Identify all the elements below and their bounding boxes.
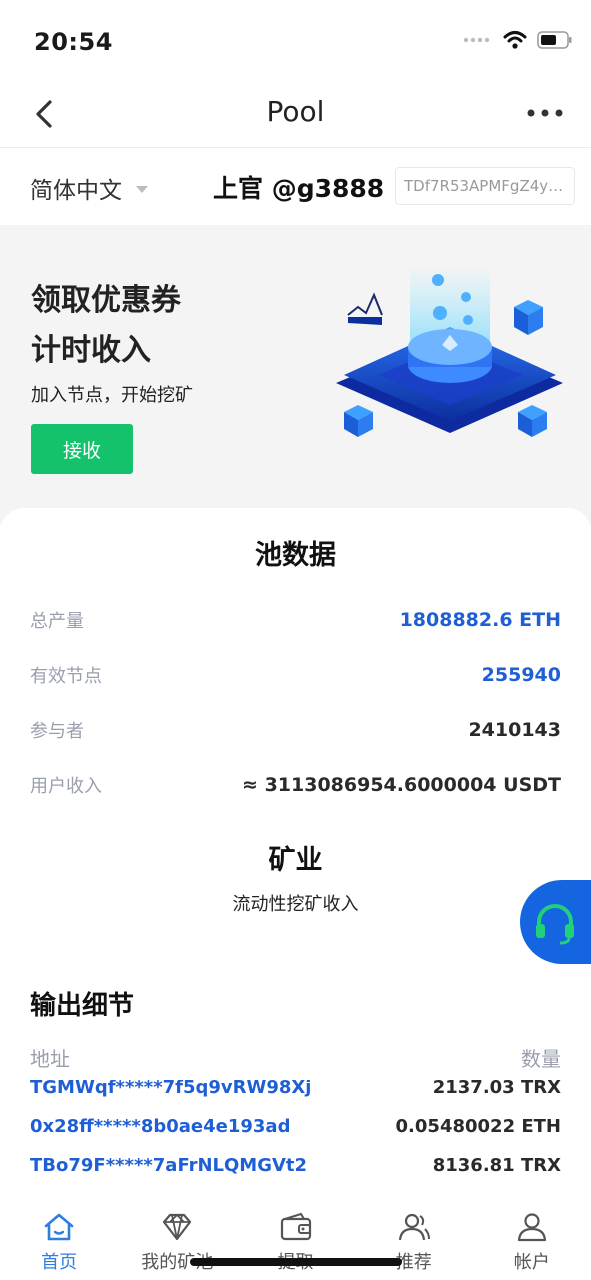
stat-label: 参与者 [30, 721, 84, 742]
status-bar: 20:54 [0, 0, 591, 80]
signal-icon [463, 37, 490, 43]
promo-banner: 领取优惠券 计时收入 加入节点，开始挖矿 接收 [0, 225, 591, 525]
receive-button[interactable]: 接收 [31, 424, 133, 474]
tab-label: 帐户 [513, 1252, 550, 1273]
stat-row-user-income: 用户收入 ≈ 3113086954.6000004 USDT [30, 770, 561, 800]
column-header-address: 地址 [30, 1047, 70, 1071]
mining-illustration [336, 265, 563, 437]
tx-address: TBo79F*****7aFrNLQMGVt2 [30, 1155, 308, 1176]
stat-label: 有效节点 [30, 666, 102, 687]
bottom-tab-bar: 首页 我的矿池 提取 推荐 帐户 [0, 1198, 591, 1280]
pool-data-title: 池数据 [255, 540, 336, 571]
stat-label: 总产量 [30, 611, 84, 632]
stat-row-total-output: 总产量 1808882.6 ETH [30, 605, 561, 635]
nav-bar: Pool [0, 80, 591, 148]
home-icon [44, 1213, 74, 1241]
pool-data-card: 池数据 总产量 1808882.6 ETH 有效节点 255940 参与者 24… [0, 508, 591, 1208]
user-icon [517, 1213, 547, 1242]
stat-row-active-nodes: 有效节点 255940 [30, 660, 561, 690]
stat-label: 用户收入 [30, 776, 102, 797]
list-item: TGMWqf*****7f5q9vRW98Xj 2137.03 TRX [30, 1080, 561, 1107]
caret-down-icon [136, 186, 148, 193]
banner-title-line2: 计时收入 [31, 333, 151, 368]
more-icon[interactable] [525, 98, 565, 128]
mining-subtitle: 流动性挖矿收入 [232, 894, 359, 915]
column-header-amount: 数量 [521, 1047, 561, 1071]
header-row: 简体中文 上官 @g3888 TDf7R53APMFgZ4yXzPpLrJ [0, 149, 591, 225]
mining-title: 矿业 [268, 845, 323, 876]
output-column-headers: 地址 数量 [30, 1043, 561, 1072]
language-label: 简体中文 [30, 178, 122, 204]
wifi-icon [503, 31, 527, 49]
status-time: 20:54 [34, 28, 113, 56]
stat-value: 255940 [481, 664, 561, 686]
tab-my-pool[interactable]: 我的矿池 [118, 1198, 236, 1280]
tab-withdraw[interactable]: 提取 [236, 1198, 354, 1280]
wallet-address[interactable]: TDf7R53APMFgZ4yXzPpLrJ [395, 167, 575, 205]
tx-amount: 0.05480022 ETH [395, 1116, 561, 1137]
output-list[interactable]: TGMWqf*****7f5q9vRW98Xj 2137.03 TRX 0x28… [30, 1080, 561, 1190]
user-name: 上官 @g3888 [213, 174, 385, 203]
stat-row-participants: 参与者 2410143 [30, 715, 561, 745]
banner-title-line1: 领取优惠券 [31, 283, 181, 318]
tx-address: TGMWqf*****7f5q9vRW98Xj [30, 1080, 312, 1098]
users-icon [398, 1213, 430, 1241]
status-icons [463, 30, 573, 50]
output-details-title: 输出细节 [30, 991, 135, 1021]
diamond-icon [163, 1213, 192, 1241]
battery-icon [537, 31, 572, 49]
language-selector[interactable]: 简体中文 [30, 171, 148, 205]
stat-value: ≈ 3113086954.6000004 USDT [242, 774, 561, 796]
tab-referral[interactable]: 推荐 [355, 1198, 473, 1280]
list-item: TBo79F*****7aFrNLQMGVt2 8136.81 TRX [30, 1146, 561, 1185]
tab-label: 首页 [41, 1252, 78, 1273]
tab-home[interactable]: 首页 [0, 1198, 118, 1280]
tx-amount: 2137.03 TRX [432, 1080, 561, 1098]
stat-value: 2410143 [468, 719, 561, 741]
tab-account[interactable]: 帐户 [473, 1198, 591, 1280]
headset-icon [536, 904, 574, 945]
home-indicator [190, 1258, 402, 1266]
wallet-icon [280, 1212, 311, 1241]
list-item: 0x28ff*****8b0ae4e193ad 0.05480022 ETH [30, 1107, 561, 1146]
tx-amount: 8136.81 TRX [432, 1155, 561, 1176]
page-title: Pool [266, 95, 325, 128]
stat-value: 1808882.6 ETH [399, 609, 561, 631]
tx-address: 0x28ff*****8b0ae4e193ad [30, 1116, 291, 1137]
banner-subtitle: 加入节点，开始挖矿 [31, 385, 193, 406]
